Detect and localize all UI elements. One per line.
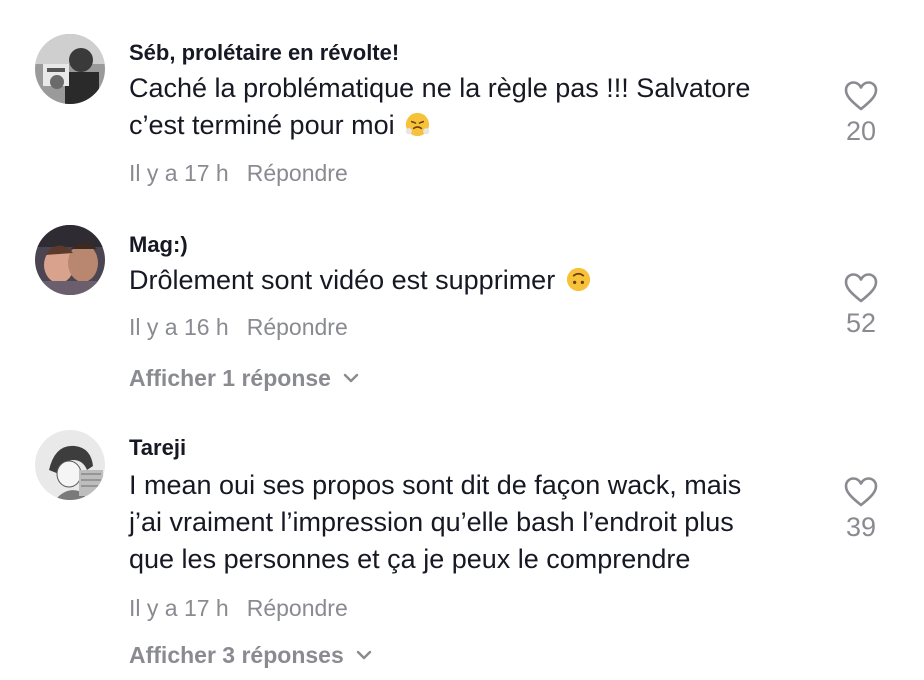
heart-outline-icon[interactable]: [844, 476, 878, 508]
comment-text-line: Caché la problématique ne la règle pas !…: [129, 73, 751, 103]
view-replies-label: Afficher 3 réponses: [129, 642, 344, 668]
reply-button[interactable]: Répondre: [247, 160, 348, 186]
like-count: 52: [845, 308, 877, 338]
comment-text-line: c’est terminé pour moi: [129, 107, 819, 144]
comment-username[interactable]: Mag:): [129, 232, 188, 258]
like-control[interactable]: 52: [838, 272, 884, 339]
comment-meta: Il y a 17 h Répondre: [129, 160, 348, 187]
reply-button[interactable]: Répondre: [247, 595, 348, 621]
avatar[interactable]: [35, 430, 105, 500]
comment-meta: Il y a 16 h Répondre: [129, 314, 348, 341]
view-replies-button[interactable]: Afficher 3 réponses: [129, 642, 372, 669]
comment-text-line: I mean oui ses propos sont dit de façon …: [129, 470, 742, 500]
avatar-image: [35, 430, 105, 500]
comment-text-line: Drôlement sont vidéo est supprimer: [129, 262, 819, 299]
heart-outline-icon[interactable]: [844, 80, 878, 112]
avatar-image: [35, 225, 105, 295]
avatar[interactable]: [35, 34, 105, 104]
like-control[interactable]: 20: [838, 80, 884, 147]
comment-meta: Il y a 17 h Répondre: [129, 595, 348, 622]
avatar-image: [35, 34, 105, 104]
comment-timestamp: Il y a 17 h: [129, 595, 229, 621]
comment-username[interactable]: Séb, prolétaire en révolte!: [129, 40, 399, 66]
comment-timestamp: Il y a 16 h: [129, 314, 229, 340]
chevron-down-icon: [343, 373, 359, 383]
upside-down-face-emoji: [565, 266, 592, 293]
like-count: 39: [845, 512, 877, 542]
comment-timestamp: Il y a 17 h: [129, 160, 229, 186]
view-replies-label: Afficher 1 réponse: [129, 365, 331, 391]
avatar[interactable]: [35, 225, 105, 295]
comment-text: Caché la problématique ne la règle pas !…: [129, 70, 819, 144]
like-count: 20: [845, 116, 877, 146]
chevron-down-icon: [356, 650, 371, 660]
comment-text: I mean oui ses propos sont dit de façon …: [129, 467, 819, 578]
view-replies-button[interactable]: Afficher 1 réponse: [129, 365, 359, 392]
comment-username[interactable]: Tareji: [129, 435, 186, 461]
comment-text-line: que les personnes et ça je peux le compr…: [129, 544, 691, 574]
reply-button[interactable]: Répondre: [247, 314, 348, 340]
heart-outline-icon[interactable]: [844, 272, 878, 304]
like-control[interactable]: 39: [838, 476, 884, 543]
comment-text-line: j’ai vraiment l’impression qu’elle bash …: [129, 507, 734, 537]
face-with-steam-emoji: [404, 111, 431, 138]
comment-text: Drôlement sont vidéo est supprimer: [129, 262, 819, 299]
